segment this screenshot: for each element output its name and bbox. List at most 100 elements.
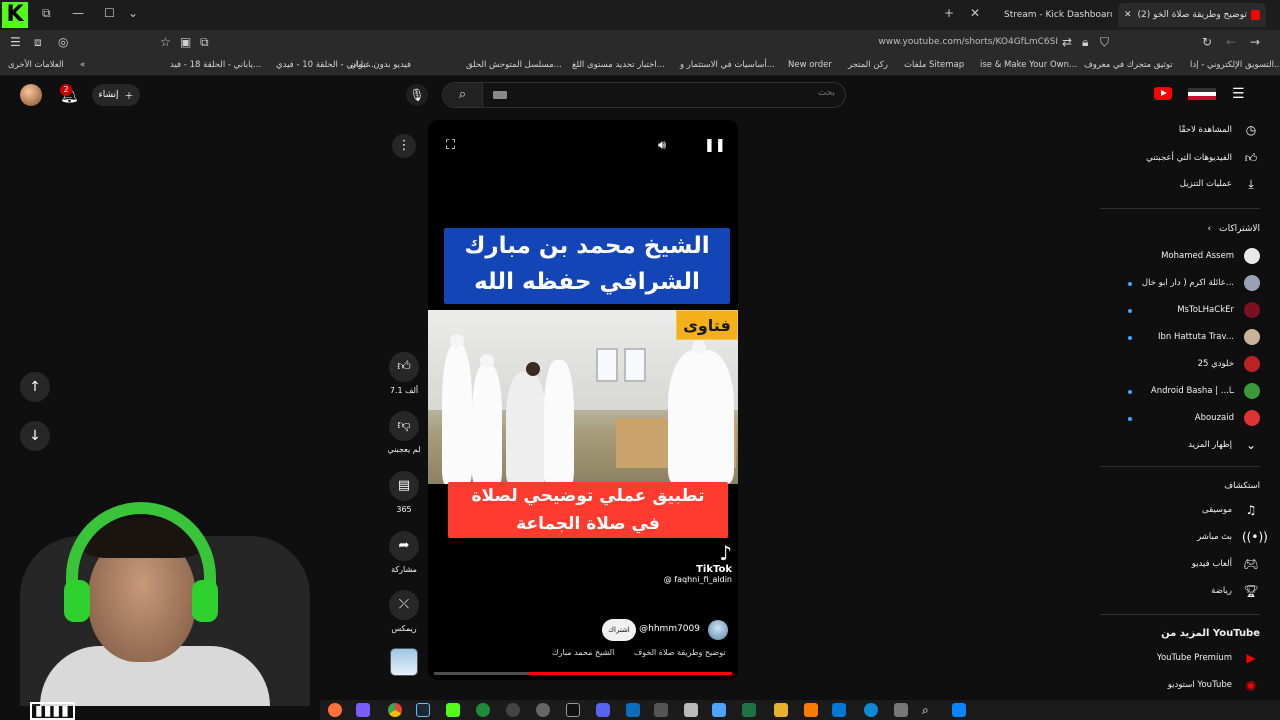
thumbs-down-icon[interactable]: 👎︎ [389, 411, 419, 441]
bookmark-item[interactable]: ركن المتجر [848, 60, 888, 70]
comments-action[interactable]: ▤ 365 [384, 471, 424, 514]
discord-icon[interactable] [596, 703, 610, 717]
vpn-icon[interactable]: ◎ [58, 35, 68, 49]
bookmark-item[interactable]: ملفات Sitemap [904, 60, 964, 70]
like-action[interactable]: 👍︎ 7.1 ألف [384, 352, 424, 395]
share-url-icon[interactable]: ⇄ [1062, 35, 1072, 49]
excel-icon[interactable] [742, 703, 756, 717]
voice-search-icon[interactable]: 🎙︎ [406, 84, 428, 106]
sidebar-item-gaming[interactable]: ألعاب فيديو 🎮︎ [1100, 554, 1260, 574]
subscription-item[interactable]: MsToLHaCkEr [1100, 300, 1260, 320]
share-action[interactable]: ➦ مشاركة [384, 531, 424, 574]
firefox-icon[interactable] [328, 703, 342, 717]
sidebar-item-live[interactable]: بث مباشر ((•)) [1100, 527, 1268, 547]
show-more-button[interactable]: إظهار المزيد ⌄ [1100, 435, 1260, 455]
lock-icon[interactable]: 🔒︎ [1082, 35, 1088, 50]
search-icon[interactable]: ⌕ [443, 83, 483, 107]
subscribe-button[interactable]: اشتراك [602, 619, 636, 641]
create-button[interactable]: إنشاء ＋ [92, 84, 140, 106]
xbox-icon[interactable] [476, 703, 490, 717]
steam-icon[interactable] [416, 703, 430, 717]
subscription-item[interactable]: Android Basha | ...ـا [1100, 381, 1260, 401]
new-tab-icon[interactable]: + [944, 6, 954, 20]
obs-icon[interactable] [506, 703, 520, 717]
next-short-arrow-down-icon[interactable]: ↓ [20, 421, 50, 451]
channel-name[interactable]: @hhmm7009 [639, 624, 700, 634]
volume-icon[interactable]: 🔊︎ [658, 138, 666, 153]
back-icon[interactable]: ← [1226, 35, 1236, 49]
tab-search-icon[interactable]: ⧉ [42, 6, 51, 21]
pause-icon[interactable]: ❚❚ [704, 138, 726, 153]
windows-start-icon[interactable] [952, 703, 966, 717]
search-icon[interactable]: ⌕ [922, 703, 936, 717]
subscription-item[interactable]: خلودي 25 [1100, 354, 1260, 374]
restore-icon[interactable]: ☐ [104, 6, 115, 20]
progress-bar[interactable] [434, 672, 732, 675]
youtube-logo-icon[interactable] [1154, 87, 1172, 100]
outlook-icon[interactable] [832, 703, 846, 717]
sidebar-item-youtube-premium[interactable]: YouTube Premium ▶ [1100, 648, 1260, 668]
channel-avatar[interactable] [708, 620, 728, 640]
remix-icon[interactable]: ⤫ [389, 590, 419, 620]
minimize-icon[interactable]: — [72, 6, 84, 20]
chevron-down-icon[interactable]: ⌄ [128, 6, 138, 20]
sidebar-item-downloads[interactable]: عمليات التنزيل ⤓ [1100, 174, 1260, 194]
subscription-item[interactable]: عائلة اكرم ( دار ابو خال... [1100, 273, 1260, 293]
store-icon[interactable] [654, 703, 668, 717]
previous-short-arrow-up-icon[interactable]: ↑ [20, 372, 50, 402]
bookmark-item[interactable]: ise & Make Your Own... [980, 60, 1077, 70]
kick-app-icon[interactable] [446, 703, 460, 717]
bookmark-item[interactable]: فيديو بدون عنوان [350, 60, 411, 70]
bookmark-item[interactable]: مسلسل المتوحش الحلق... [466, 60, 562, 70]
guide-menu-icon[interactable]: ☰ [1232, 86, 1245, 102]
subscriptions-title[interactable]: ‹ الاشتراكات [1208, 224, 1260, 234]
bookmark-item[interactable]: توثيق متجرك في معروف [1084, 60, 1173, 70]
sidebar-item-liked[interactable]: الفيديوهات التي أعجبتني 👍︎ [1100, 148, 1260, 168]
keyboard-icon[interactable] [493, 91, 507, 99]
forward-icon[interactable]: → [1250, 35, 1260, 49]
sidebar-item-music[interactable]: موسيقى ♫ [1100, 500, 1260, 520]
subscription-item[interactable]: Ibn Hattuta Trav... [1100, 327, 1260, 347]
bookmarks-overflow-icon[interactable]: « [80, 60, 85, 70]
shield-icon[interactable]: ⛉ [1100, 35, 1109, 50]
reload-icon[interactable]: ↻ [1202, 35, 1212, 49]
screenshot-icon[interactable]: ▣ [180, 35, 191, 49]
vlc-icon[interactable] [804, 703, 818, 717]
epic-games-icon[interactable] [566, 703, 580, 717]
bookmark-item[interactable]: ياباني - الحلقة 18 - فيد... [170, 60, 261, 70]
close-tab-icon[interactable]: ✕ [970, 6, 980, 20]
bookmark-other[interactable]: العلامات الأخرى [8, 60, 64, 70]
chrome-icon[interactable] [388, 703, 402, 717]
tab-youtube-short[interactable]: ✕ (2) توضيح وطريقة صلاة الخو [1118, 3, 1266, 27]
sidebar-item-sports[interactable]: رياضة 🏆︎ [1100, 581, 1260, 601]
kick-logo-icon[interactable]: K [2, 2, 28, 28]
sound-thumbnail[interactable] [390, 648, 418, 676]
folder-icon[interactable] [774, 703, 788, 717]
app-icon[interactable] [684, 703, 698, 717]
subscription-item[interactable]: Abouzaid [1100, 408, 1260, 428]
bookmark-item[interactable]: New order [788, 60, 832, 70]
app-icon[interactable] [894, 703, 908, 717]
edge-icon[interactable] [864, 703, 878, 717]
tab-kick-dashboard[interactable]: Stream - Kick Dashboard [998, 3, 1112, 27]
bookmark-item[interactable]: التسويق الإلكتروني - إدا... [1190, 60, 1280, 70]
settings-gear-icon[interactable] [536, 703, 550, 717]
sidebar-item-youtube-studio[interactable]: استوديو YouTube ◉ [1100, 675, 1260, 695]
menu-icon[interactable]: ☰ [10, 35, 21, 49]
thumbs-up-icon[interactable]: 👍︎ [389, 352, 419, 382]
remix-action[interactable]: ⤫ ريمكس [384, 590, 424, 633]
photos-icon[interactable] [626, 703, 640, 717]
comment-icon[interactable]: ▤ [389, 471, 419, 501]
extensions-icon[interactable]: ⧈ [34, 35, 42, 50]
bookmark-star-icon[interactable]: ☆ [160, 35, 171, 49]
app-icon[interactable] [356, 703, 370, 717]
search-input[interactable] [535, 88, 835, 98]
app-icon[interactable] [712, 703, 726, 717]
bookmark-item[interactable]: أساسيات في الاستثمار و... [680, 60, 775, 70]
share-icon[interactable]: ➦ [389, 531, 419, 561]
fullscreen-icon[interactable]: ⛶ [446, 138, 455, 153]
account-avatar[interactable] [20, 84, 42, 106]
dislike-action[interactable]: 👎︎ لم يعجبني [384, 411, 424, 454]
short-player[interactable]: ⛶ 🔊︎ ❚❚ الشيخ محمد بن مبارك الشرافي حفظه… [428, 120, 738, 680]
close-icon[interactable]: ✕ [1124, 10, 1132, 20]
